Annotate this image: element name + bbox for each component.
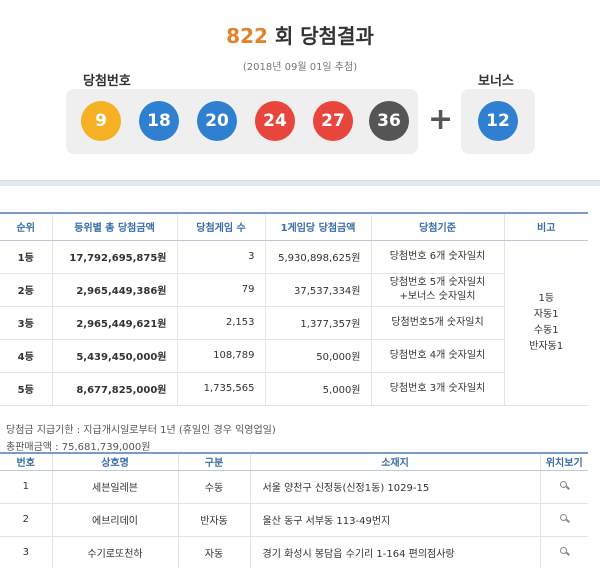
criteria-text: 당첨번호 6개 숫자일치 <box>389 250 486 262</box>
table-row: 4등 5,439,450,000원 108,789 50,000원 당첨번호 4… <box>0 339 588 373</box>
header-address: 소재지 <box>249 452 540 471</box>
bonus-ball-box: 12 <box>461 89 535 154</box>
criteria-cell: 당첨번호5개 숫자일치 <box>370 306 504 340</box>
per-game-cell: 50,000원 <box>264 339 371 373</box>
magnifier-icon[interactable] <box>559 480 569 490</box>
table-row: 1 세븐일레븐 수동 서울 양천구 신정동(신정1동) 1029-15 <box>0 470 588 504</box>
winning-ball-2: 18 <box>139 101 179 141</box>
header-criteria: 당첨기준 <box>370 212 504 241</box>
criteria-text: 당첨번호 3개 숫자일치 <box>389 382 486 394</box>
stores-table-header: 번호 상호명 구분 소재지 위치보기 <box>0 452 588 471</box>
table-row: 1등 17,792,695,875원 3 5,930,898,625원 당첨번호… <box>0 240 588 406</box>
per-game-cell: 37,537,334원 <box>264 273 371 307</box>
games-cell: 2,153 <box>176 306 265 340</box>
criteria-cell: 당첨번호 4개 숫자일치 <box>370 339 504 373</box>
rank-cell: 4등 <box>0 339 52 373</box>
header-store-name: 상호명 <box>51 452 178 471</box>
note-line: 1등 <box>538 292 555 304</box>
header-rank: 순위 <box>0 212 52 241</box>
rank-cell: 2등 <box>0 273 52 307</box>
table-row: 5등 8,677,825,000원 1,735,565 5,000원 당첨번호 … <box>0 372 588 406</box>
criteria-cell: 당첨번호 6개 숫자일치 <box>370 240 504 274</box>
total-cell: 2,965,449,386원 <box>51 273 177 307</box>
total-sales-text: 총판매금액 : 75,681,739,000원 <box>6 442 151 453</box>
winning-numbers-label: 당첨번호 <box>83 74 131 89</box>
store-no: 2 <box>0 503 52 537</box>
criteria-text: 당첨번호 5개 숫자일치 <box>389 276 486 288</box>
note-line: 반자동1 <box>529 340 564 352</box>
per-game-cell: 5,000원 <box>264 372 371 406</box>
winning-ball-4: 24 <box>255 101 295 141</box>
total-cell: 8,677,825,000원 <box>51 372 177 406</box>
title-suffix: 회 당첨결과 <box>274 24 374 48</box>
games-cell: 108,789 <box>176 339 265 373</box>
criteria-cell: 당첨번호 5개 숫자일치 +보너스 숫자일치 <box>370 273 504 307</box>
store-name: 에브리데이 <box>51 503 178 537</box>
total-cell: 2,965,449,621원 <box>51 306 177 340</box>
header-per-game: 1게임당 당첨금액 <box>264 212 371 241</box>
winning-ball-6: 36 <box>369 101 409 141</box>
header-type: 구분 <box>177 452 250 471</box>
winning-ball-5: 27 <box>313 101 353 141</box>
bonus-label: 보너스 <box>478 74 514 89</box>
winning-balls-box: 9 18 20 24 27 36 <box>66 89 418 154</box>
header-total: 등위별 총 당첨금액 <box>51 212 177 241</box>
total-cell: 5,439,450,000원 <box>51 339 177 373</box>
table-row: 2 에브리데이 반자동 울산 동구 서부동 113-49번지 <box>0 503 588 537</box>
store-no: 1 <box>0 470 52 504</box>
magnifier-icon[interactable] <box>559 546 569 556</box>
store-address: 서울 양천구 신정동(신정1동) 1029-15 <box>249 470 540 504</box>
criteria-text-bonus: +보너스 숫자일치 <box>399 290 476 302</box>
location-cell[interactable] <box>539 536 588 568</box>
location-cell[interactable] <box>539 470 588 504</box>
plus-icon: + <box>428 102 454 137</box>
per-game-cell: 5,930,898,625원 <box>264 240 371 274</box>
criteria-text: 당첨번호5개 숫자일치 <box>391 316 484 328</box>
header-note: 비고 <box>503 212 588 241</box>
bonus-ball: 12 <box>478 101 518 141</box>
round-number: 822 <box>226 24 268 48</box>
rank-cell: 3등 <box>0 306 52 340</box>
table-row: 3 수기로또천하 자동 경기 화성시 봉담읍 수기리 1-164 편의점사랑 <box>0 536 588 568</box>
note-line: 수동1 <box>533 324 559 336</box>
table-row: 2등 2,965,449,386원 79 37,537,334원 당첨번호 5개… <box>0 273 588 307</box>
store-type: 반자동 <box>177 503 250 537</box>
magnifier-icon[interactable] <box>559 513 569 523</box>
games-cell: 79 <box>176 273 265 307</box>
page-title: 822 회 당첨결과 <box>0 20 600 49</box>
store-name: 수기로또천하 <box>51 536 178 568</box>
rank-cell: 5등 <box>0 372 52 406</box>
prize-table: 순위 등위별 총 당첨금액 당첨게임 수 1게임당 당첨금액 당첨기준 비고 1… <box>0 212 588 406</box>
per-game-cell: 1,377,357원 <box>264 306 371 340</box>
table-row: 3등 2,965,449,621원 2,153 1,377,357원 당첨번호5… <box>0 306 588 340</box>
header-games: 당첨게임 수 <box>176 212 265 241</box>
store-type: 자동 <box>177 536 250 568</box>
header-location: 위치보기 <box>539 452 588 471</box>
store-address: 경기 화성시 봉담읍 수기리 1-164 편의점사랑 <box>249 536 540 568</box>
note-cell: 1등 자동1 수동1 반자동1 <box>503 240 588 406</box>
criteria-text: 당첨번호 4개 숫자일치 <box>389 349 486 361</box>
header-no: 번호 <box>0 452 52 471</box>
winning-stores-table: 번호 상호명 구분 소재지 위치보기 1 세븐일레븐 수동 서울 양천구 신정동… <box>0 452 588 568</box>
section-divider <box>0 180 600 186</box>
store-name: 세븐일레븐 <box>51 470 178 504</box>
total-cell: 17,792,695,875원 <box>51 240 177 274</box>
location-cell[interactable] <box>539 503 588 537</box>
games-cell: 1,735,565 <box>176 372 265 406</box>
winning-ball-3: 20 <box>197 101 237 141</box>
winning-ball-1: 9 <box>81 101 121 141</box>
criteria-cell: 당첨번호 3개 숫자일치 <box>370 372 504 406</box>
store-type: 수동 <box>177 470 250 504</box>
rank-cell: 1등 <box>0 240 52 274</box>
store-address: 울산 동구 서부동 113-49번지 <box>249 503 540 537</box>
games-cell: 3 <box>176 240 265 274</box>
note-line: 자동1 <box>533 308 559 320</box>
payment-period-text: 당첨금 지급기한 : 지급개시일로부터 1년 (휴일인 경우 익영업일) <box>6 425 276 436</box>
store-no: 3 <box>0 536 52 568</box>
prize-table-header: 순위 등위별 총 당첨금액 당첨게임 수 1게임당 당첨금액 당첨기준 비고 <box>0 212 588 241</box>
